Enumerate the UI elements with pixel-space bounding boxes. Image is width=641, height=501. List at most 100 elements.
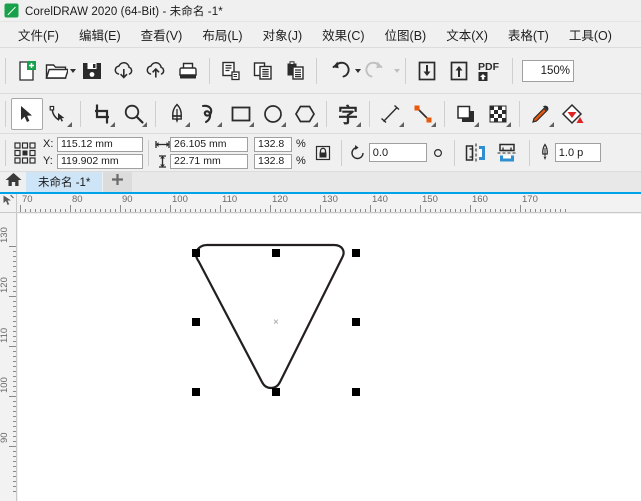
menu-item-table[interactable]: 表格(T) (498, 22, 559, 47)
ellipse-tool-flyout-arrow[interactable] (281, 121, 286, 127)
zoom-tool-flyout-arrow[interactable] (142, 121, 147, 127)
rectangle-tool-button[interactable] (225, 98, 257, 130)
rotation-input[interactable]: 0.0 (368, 143, 427, 162)
redo-button[interactable] (361, 55, 393, 87)
menu-item-tools[interactable]: 工具(O) (559, 22, 622, 47)
home-button[interactable] (0, 172, 26, 192)
document-tab-untitled-1[interactable]: 未命名 -1* (26, 172, 103, 192)
undo-button[interactable] (322, 55, 354, 87)
text-tool-button[interactable]: 字 (332, 98, 364, 130)
cloud-download-button[interactable] (108, 55, 140, 87)
menu-item-bitmap[interactable]: 位图(B) (375, 22, 437, 47)
object-origin-icon[interactable] (13, 141, 37, 165)
ruler-tick-minor (13, 266, 16, 267)
height-input[interactable]: 22.71 mm (170, 153, 248, 169)
ruler-tick-minor (13, 426, 16, 427)
connector-tool-button[interactable] (407, 98, 439, 130)
lock-ratio-button[interactable] (310, 139, 336, 167)
ruler-tick-major (70, 205, 71, 212)
width-input[interactable]: 26.105 mm (170, 136, 248, 152)
polygon-tool-button[interactable] (289, 98, 321, 130)
zoom-tool-button[interactable] (118, 98, 150, 130)
fill-tool-button[interactable] (557, 98, 589, 130)
menu-item-edit[interactable]: 编辑(E) (69, 22, 131, 47)
mirror-vertical-icon (496, 142, 520, 164)
menu-item-layout[interactable]: 布局(L) (192, 22, 252, 47)
dimension-tool-button[interactable] (375, 98, 407, 130)
eyedropper-tool-flyout-arrow[interactable] (549, 121, 554, 127)
connector-tool-flyout-arrow[interactable] (431, 121, 436, 127)
selection-handle-middle-right[interactable] (352, 318, 360, 326)
mirror-horizontal-icon (464, 142, 488, 164)
horizontal-ruler[interactable]: 70 80 90 100 110 120 130 140 150 160 170 (17, 194, 641, 213)
dimension-tool-flyout-arrow[interactable] (399, 121, 404, 127)
mirror-horizontal-button[interactable] (460, 137, 492, 169)
ruler-tick-major (20, 205, 21, 212)
shape-tool-flyout-arrow[interactable] (67, 121, 72, 127)
print-button[interactable] (172, 55, 204, 87)
selection-handle-bottom-right[interactable] (352, 388, 360, 396)
ruler-tick-minor (330, 209, 331, 212)
zoom-level-combo[interactable]: 150% (522, 59, 574, 82)
selection-handle-top-left[interactable] (192, 249, 200, 257)
ruler-tick-major (520, 205, 521, 212)
selection-handle-top-right[interactable] (352, 249, 360, 257)
outline-width-input[interactable]: 1.0 p (554, 143, 601, 162)
rectangle-tool-flyout-arrow[interactable] (249, 121, 254, 127)
ruler-tick-minor (480, 209, 481, 212)
shadow-tool-flyout-arrow[interactable] (474, 121, 479, 127)
pen-tool-flyout-arrow[interactable] (185, 121, 190, 127)
open-document-button[interactable] (43, 55, 69, 87)
menu-item-object[interactable]: 对象(J) (253, 22, 313, 47)
rounded-triangle-shape[interactable] (194, 243, 345, 390)
position-y-input[interactable]: 119.902 mm (57, 153, 143, 169)
export-pdf-button[interactable]: PDF (475, 55, 507, 87)
shadow-tool-button[interactable] (450, 98, 482, 130)
selection-handle-middle-left[interactable] (192, 318, 200, 326)
import-button[interactable] (411, 55, 443, 87)
freehand-tool-button[interactable] (193, 98, 225, 130)
text-tool-flyout-arrow[interactable] (356, 121, 361, 127)
ruler-tick-major (320, 205, 321, 212)
export-button[interactable] (443, 55, 475, 87)
pen-tool-button[interactable] (161, 98, 193, 130)
crop-tool-button[interactable] (86, 98, 118, 130)
polygon-tool-flyout-arrow[interactable] (313, 121, 318, 127)
ruler-tick-minor (280, 209, 281, 212)
menu-item-effects[interactable]: 效果(C) (312, 22, 374, 47)
position-x-input[interactable]: 115.12 mm (57, 136, 143, 152)
vertical-ruler[interactable]: 130 120 110 100 90 (0, 213, 17, 501)
scale-width-input[interactable]: 132.8 (254, 136, 292, 152)
scale-height-input[interactable]: 132.8 (254, 153, 292, 169)
eyedropper-tool-button[interactable] (525, 98, 557, 130)
pick-tool-button[interactable] (11, 97, 43, 130)
ruler-origin-corner[interactable] (0, 194, 17, 213)
selection-handle-top-center[interactable] (272, 249, 280, 257)
transparency-tool-flyout-arrow[interactable] (506, 121, 511, 127)
menu-item-text[interactable]: 文本(X) (436, 22, 498, 47)
copy-button[interactable] (247, 55, 279, 87)
menu-item-view[interactable]: 查看(V) (131, 22, 193, 47)
ellipse-tool-button[interactable] (257, 98, 289, 130)
crop-tool-flyout-arrow[interactable] (110, 121, 115, 127)
selection-handle-bottom-center[interactable] (272, 388, 280, 396)
new-document-button[interactable] (11, 55, 43, 87)
toolbox-grip (5, 100, 6, 127)
publish-button[interactable] (215, 55, 247, 87)
ruler-tick-minor (260, 209, 261, 212)
mirror-vertical-button[interactable] (492, 137, 524, 169)
drawing-canvas[interactable]: × (18, 214, 641, 501)
cloud-upload-button[interactable] (140, 55, 172, 87)
shape-tool-button[interactable] (43, 98, 75, 130)
ruler-tick-minor (13, 381, 16, 382)
freehand-tool-flyout-arrow[interactable] (217, 121, 222, 127)
transparency-tool-button[interactable] (482, 98, 514, 130)
menu-item-file[interactable]: 文件(F) (8, 22, 69, 47)
ruler-tick-major (9, 346, 16, 347)
selection-handle-bottom-left[interactable] (192, 388, 200, 396)
ruler-tick-minor (315, 209, 316, 212)
ruler-tick-minor (13, 471, 16, 472)
paste-button[interactable] (279, 55, 311, 87)
save-button[interactable] (76, 55, 108, 87)
add-document-tab-button[interactable] (102, 172, 133, 192)
